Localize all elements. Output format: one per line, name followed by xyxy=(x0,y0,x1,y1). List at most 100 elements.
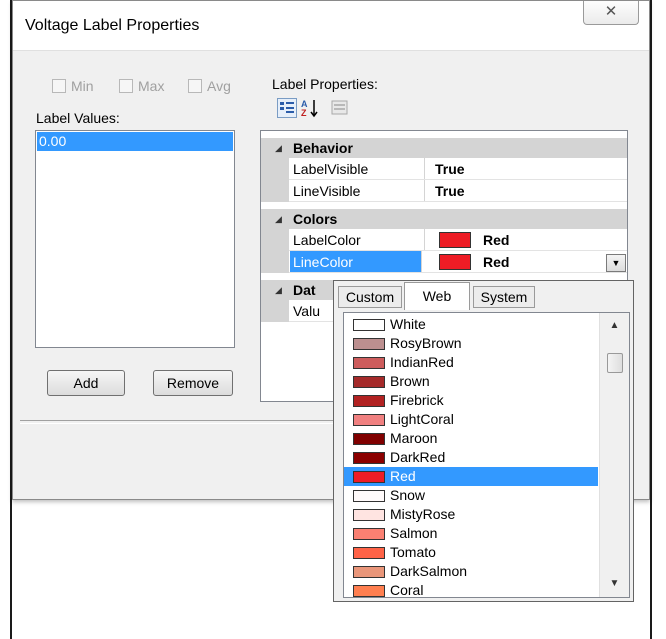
color-name: MistyRose xyxy=(390,506,456,522)
color-item-mistyrose[interactable]: MistyRose xyxy=(344,505,598,524)
max-checkbox-label: Max xyxy=(138,78,165,94)
scrollbar-thumb[interactable] xyxy=(607,353,623,373)
color-item-darkred[interactable]: DarkRed xyxy=(344,448,598,467)
property-value[interactable]: Red xyxy=(483,229,509,251)
color-name: Maroon xyxy=(390,430,438,446)
property-row-linevisible[interactable]: LineVisible True xyxy=(261,180,627,202)
color-swatch xyxy=(439,254,471,270)
remove-button[interactable]: Remove xyxy=(153,370,233,396)
property-name: LineColor xyxy=(290,251,422,272)
scroll-down-icon[interactable]: ▼ xyxy=(600,575,629,593)
color-name: DarkRed xyxy=(390,449,446,465)
color-item-darksalmon[interactable]: DarkSalmon xyxy=(344,562,598,581)
color-item-firebrick[interactable]: Firebrick xyxy=(344,391,598,410)
label-values-listbox[interactable]: 0.00 xyxy=(35,130,235,348)
tab-system[interactable]: System xyxy=(473,286,535,308)
color-name: White xyxy=(390,316,426,332)
avg-checkbox-label: Avg xyxy=(207,78,231,94)
color-swatch xyxy=(353,338,385,350)
min-checkbox-label: Min xyxy=(71,78,94,94)
color-name: RosyBrown xyxy=(390,335,462,351)
color-swatch xyxy=(353,585,385,597)
color-name: DarkSalmon xyxy=(390,563,468,579)
color-name: Snow xyxy=(390,487,426,503)
tab-web[interactable]: Web xyxy=(404,282,470,310)
color-item-red[interactable]: Red xyxy=(344,467,598,486)
add-button[interactable]: Add xyxy=(47,370,125,396)
color-swatch xyxy=(353,547,385,559)
label-properties-heading: Label Properties: xyxy=(272,76,378,92)
property-name: LineVisible xyxy=(293,180,425,201)
property-name: LabelColor xyxy=(293,229,425,250)
color-name: Firebrick xyxy=(390,392,444,408)
color-swatch xyxy=(353,357,385,369)
list-item[interactable]: 0.00 xyxy=(37,132,233,151)
background-edge-right xyxy=(650,0,666,639)
close-button[interactable]: ✕ xyxy=(583,1,639,25)
color-swatch xyxy=(353,490,385,502)
color-swatch xyxy=(353,319,385,331)
color-name: Brown xyxy=(390,373,430,389)
color-swatch xyxy=(353,566,385,578)
color-picker-popup: Custom Web System White RosyBrown Indian… xyxy=(333,280,634,602)
category-name: Behavior xyxy=(293,140,353,156)
property-row-linecolor[interactable]: LineColor Red xyxy=(261,251,627,273)
color-name: Tomato xyxy=(390,544,436,560)
min-checkbox[interactable]: Min xyxy=(52,78,94,94)
color-swatch xyxy=(353,433,385,445)
color-item-lightcoral[interactable]: LightCoral xyxy=(344,410,598,429)
color-item-maroon[interactable]: Maroon xyxy=(344,429,598,448)
color-swatch xyxy=(353,452,385,464)
max-checkbox[interactable]: Max xyxy=(119,78,164,94)
svg-text:Z: Z xyxy=(301,108,307,118)
category-behavior[interactable]: ◢ Behavior xyxy=(261,138,627,158)
collapse-arrow-icon[interactable]: ◢ xyxy=(275,280,282,300)
tab-custom[interactable]: Custom xyxy=(338,286,402,308)
color-swatch xyxy=(353,395,385,407)
color-name: Red xyxy=(390,468,416,484)
color-item-coral[interactable]: Coral xyxy=(344,581,598,598)
max-checkbox-box xyxy=(119,79,133,93)
property-pages-icon[interactable] xyxy=(330,98,350,118)
property-value[interactable]: True xyxy=(435,180,465,202)
color-list-scrollbar[interactable]: ▲ ▼ xyxy=(599,313,629,597)
color-item-indianred[interactable]: IndianRed xyxy=(344,353,598,372)
property-row-labelvisible[interactable]: LabelVisible True xyxy=(261,158,627,180)
color-list[interactable]: White RosyBrown IndianRed Brown Firebric… xyxy=(343,312,630,598)
avg-checkbox[interactable]: Avg xyxy=(188,78,231,94)
color-item-snow[interactable]: Snow xyxy=(344,486,598,505)
dropdown-button[interactable]: ▼ xyxy=(606,254,626,272)
row-gutter xyxy=(261,251,289,273)
category-name: Colors xyxy=(293,211,338,227)
color-name: LightCoral xyxy=(390,411,454,427)
category-colors[interactable]: ◢ Colors xyxy=(261,209,627,229)
label-values-heading: Label Values: xyxy=(36,110,120,126)
categorized-icon[interactable] xyxy=(277,98,297,118)
background-edge-left xyxy=(0,0,12,639)
row-gutter xyxy=(261,180,289,202)
color-name: IndianRed xyxy=(390,354,454,370)
avg-checkbox-box xyxy=(188,79,202,93)
color-item-white[interactable]: White xyxy=(344,315,598,334)
property-value[interactable]: Red xyxy=(483,251,509,273)
collapse-arrow-icon[interactable]: ◢ xyxy=(275,209,282,229)
scroll-up-icon[interactable]: ▲ xyxy=(600,317,629,335)
color-swatch xyxy=(353,376,385,388)
color-name: Salmon xyxy=(390,525,438,541)
color-item-rosybrown[interactable]: RosyBrown xyxy=(344,334,598,353)
color-item-brown[interactable]: Brown xyxy=(344,372,598,391)
close-icon: ✕ xyxy=(604,3,618,20)
color-item-salmon[interactable]: Salmon xyxy=(344,524,598,543)
property-value[interactable]: True xyxy=(435,158,465,180)
color-swatch xyxy=(353,528,385,540)
color-swatch xyxy=(353,471,385,483)
color-name: Coral xyxy=(390,582,424,598)
title-bar: Voltage Label Properties ✕ xyxy=(13,1,649,51)
property-row-labelcolor[interactable]: LabelColor Red xyxy=(261,229,627,251)
color-item-tomato[interactable]: Tomato xyxy=(344,543,598,562)
row-gutter xyxy=(261,300,289,322)
collapse-arrow-icon[interactable]: ◢ xyxy=(275,138,282,158)
alphabetical-sort-icon[interactable]: A Z xyxy=(300,98,320,118)
window-title: Voltage Label Properties xyxy=(25,17,200,34)
color-swatch xyxy=(353,509,385,521)
